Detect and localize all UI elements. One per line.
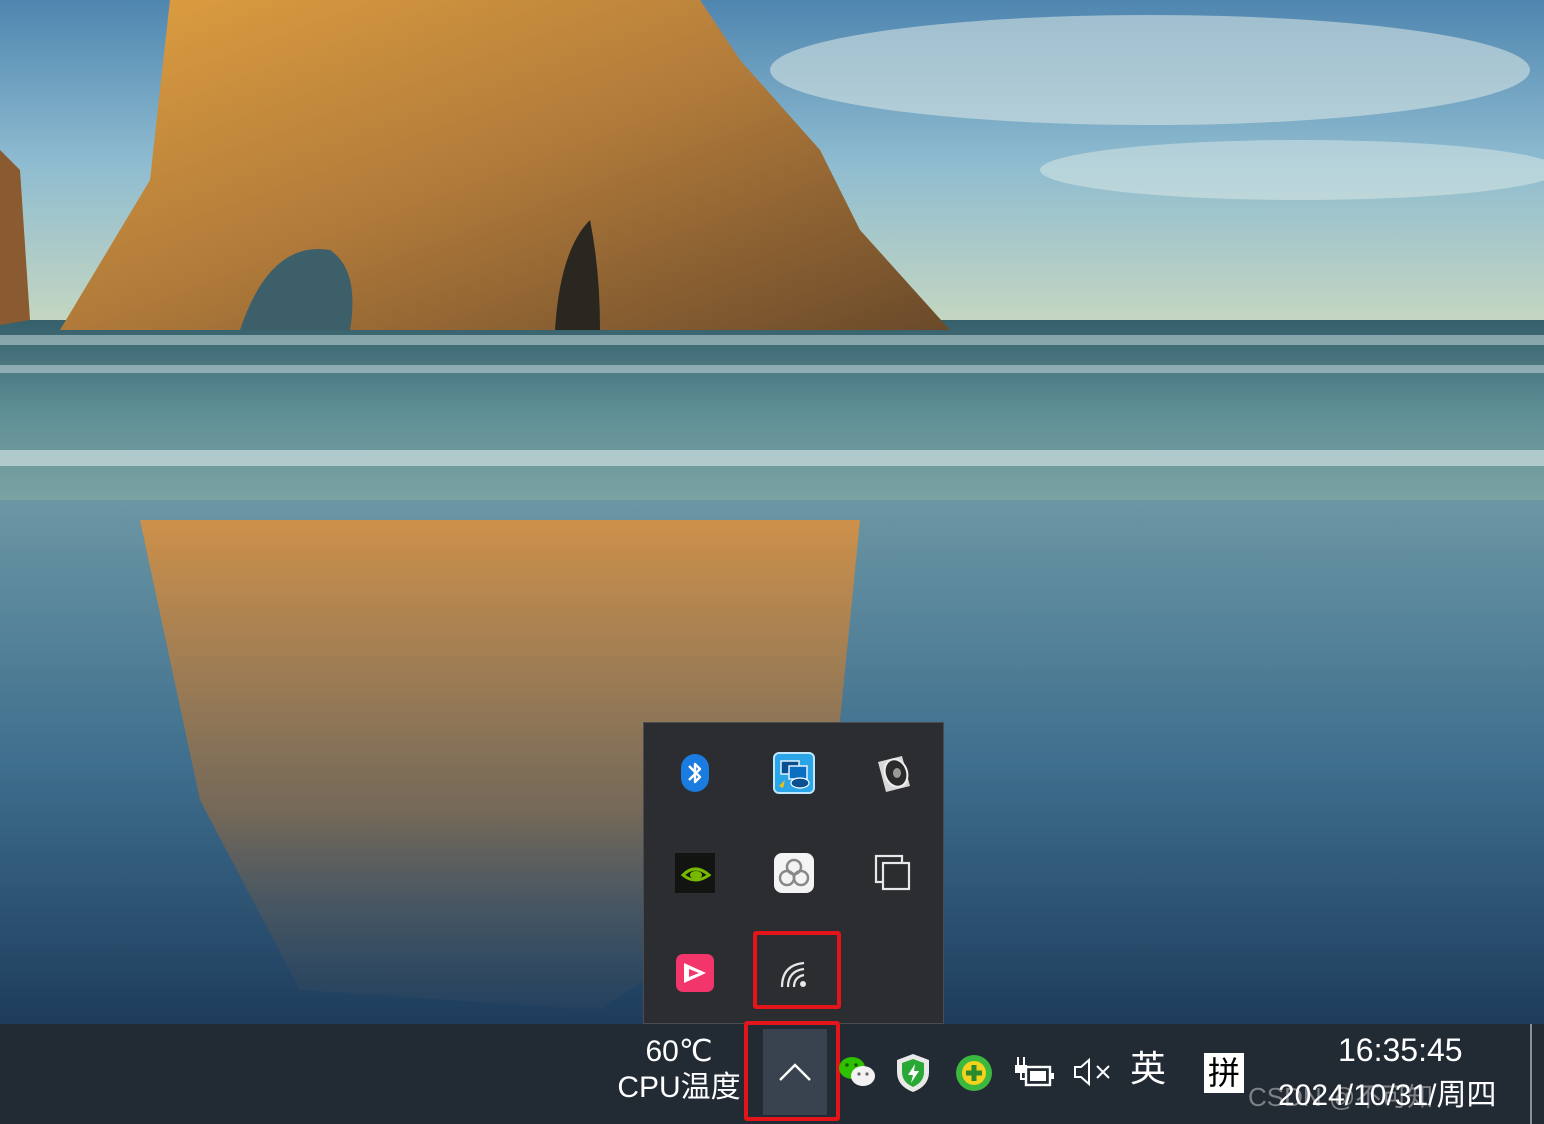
green-plus-icon[interactable] xyxy=(953,1052,995,1094)
power-battery-icon[interactable] xyxy=(1012,1054,1056,1090)
ime-mode-label: 拼 xyxy=(1207,1054,1240,1092)
copy-windows-icon[interactable] xyxy=(871,851,915,895)
clock-date[interactable]: 2024/10/31/周四 xyxy=(1278,1078,1496,1114)
chevron-highlight-box xyxy=(744,1021,840,1121)
ime-language-indicator[interactable]: 英 xyxy=(1130,1050,1166,1090)
hotspot-highlight-box xyxy=(753,931,841,1009)
nvidia-icon[interactable] xyxy=(673,851,717,895)
intel-graphics-icon[interactable] xyxy=(772,751,816,795)
cpu-temp-value: 60℃ xyxy=(645,1035,713,1068)
security-shield-icon[interactable] xyxy=(892,1052,934,1094)
ime-mode-indicator[interactable]: 拼 xyxy=(1204,1053,1244,1093)
bluetooth-icon[interactable] xyxy=(673,751,717,795)
show-desktop-edge[interactable] xyxy=(1530,1024,1532,1124)
volume-muted-icon[interactable] xyxy=(1070,1054,1114,1090)
cpu-temperature-widget[interactable]: 60℃ CPU温度 xyxy=(604,1034,754,1106)
cloud-sync-icon[interactable] xyxy=(772,851,816,895)
speaker-icon[interactable] xyxy=(871,751,915,795)
clock-time[interactable]: 16:35:45 xyxy=(1338,1030,1463,1070)
cpu-temp-label: CPU温度 xyxy=(617,1071,741,1104)
wechat-icon[interactable] xyxy=(837,1052,877,1092)
pink-app-icon[interactable] xyxy=(673,951,717,995)
